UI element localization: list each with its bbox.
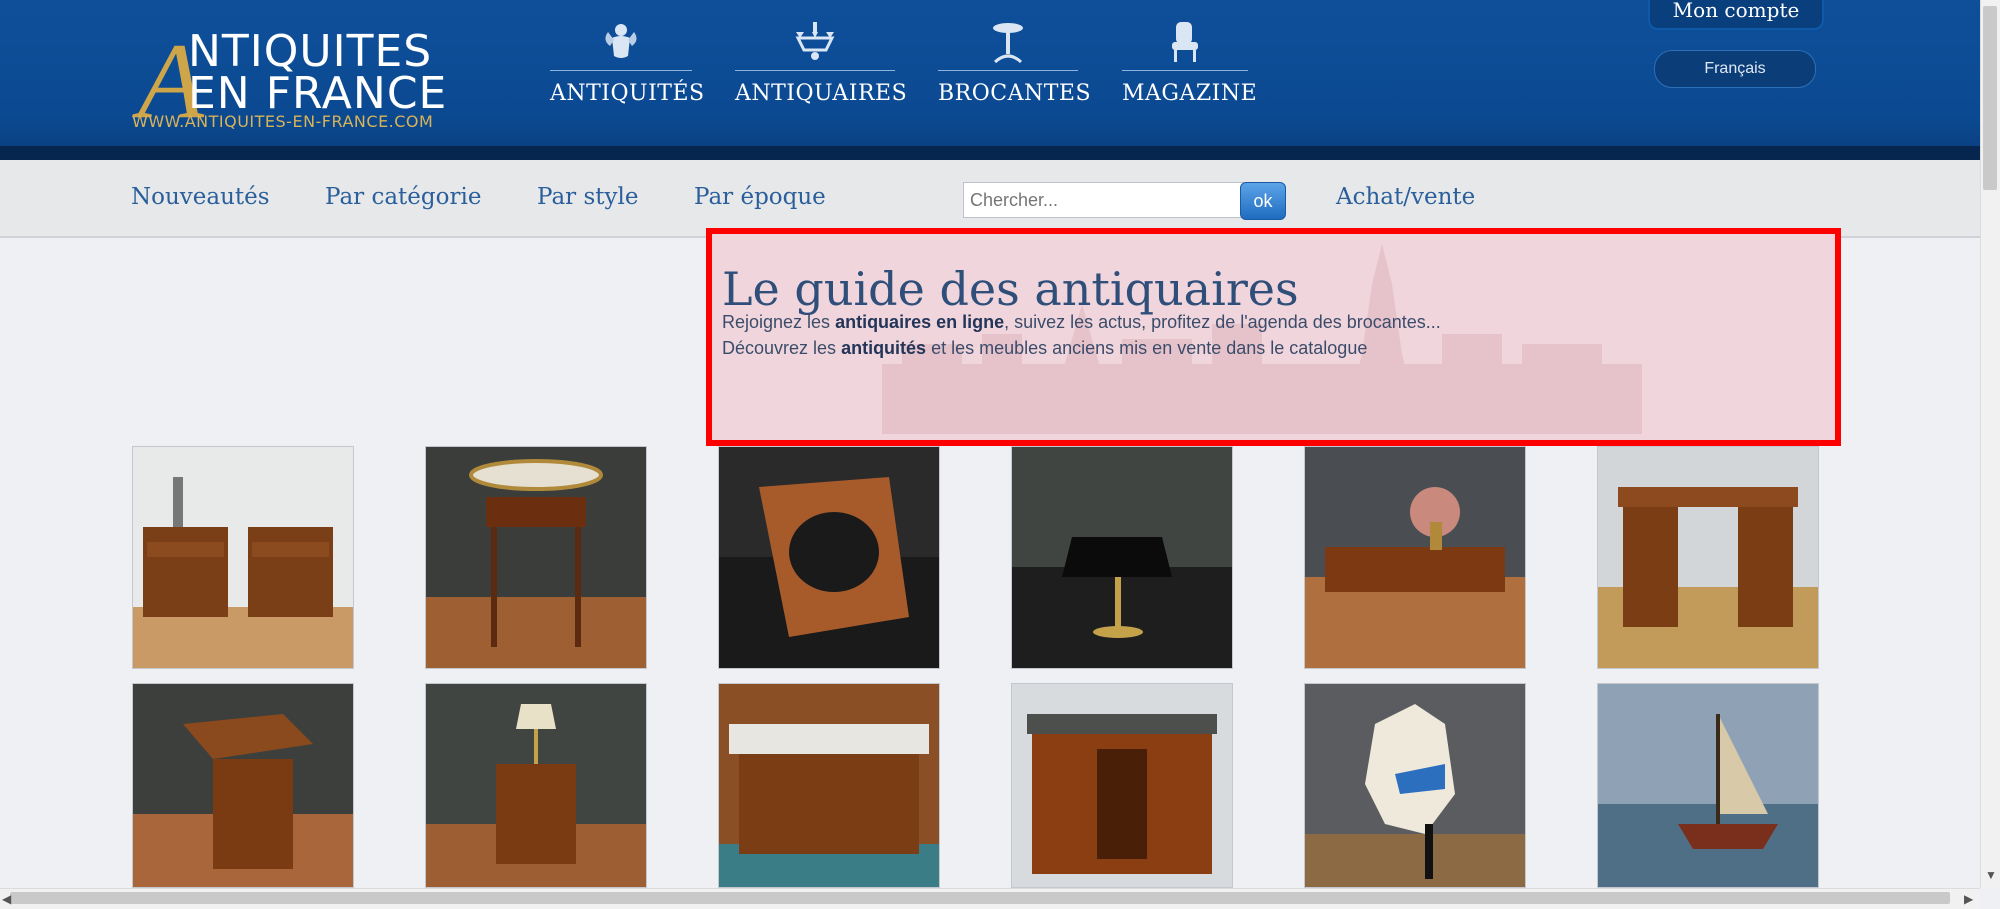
subnav-par-style[interactable]: Par style	[537, 184, 638, 210]
scroll-right-arrow-icon[interactable]: ▶	[1964, 892, 1973, 906]
topnav-antiquites[interactable]: ANTIQUITÉS	[550, 20, 705, 110]
bidet-frame-image	[719, 447, 939, 668]
vertical-scrollbar-thumb[interactable]	[1983, 6, 1997, 190]
bedside-tables-image	[133, 447, 353, 668]
coffee-table-image	[1305, 447, 1525, 668]
hero-text: Découvrez les	[722, 338, 842, 358]
art-deco-cabinet-image	[1012, 684, 1232, 887]
sailboat-painting-image	[1598, 684, 1818, 887]
account-button[interactable]: Mon compte	[1648, 0, 1824, 30]
product-thumbnail[interactable]	[425, 683, 647, 888]
hero-text: Rejoignez les	[722, 312, 836, 332]
search-ok-button[interactable]: ok	[1240, 182, 1286, 220]
cherub-icon	[605, 24, 637, 58]
topnav-label: ANTIQUITÉS	[550, 81, 705, 106]
language-selector[interactable]: Français	[1654, 50, 1816, 88]
subnav-par-epoque[interactable]: Par époque	[694, 184, 826, 210]
hero-line-2: Découvrez les antiquités et les meubles …	[722, 338, 1367, 359]
header-divider	[0, 146, 1980, 160]
topnav-brocantes[interactable]: BROCANTES	[938, 20, 1092, 110]
product-thumbnail[interactable]	[1011, 446, 1233, 669]
topnav-label: BROCANTES	[938, 81, 1092, 106]
carousel-horse-image	[1305, 684, 1525, 887]
topnav-label: MAGAZINE	[1122, 81, 1258, 106]
hero-title: Le guide des antiquaires	[722, 262, 1299, 316]
site-logo[interactable]: A NTIQUITES EN FRANCE WWW.ANTIQUITES-EN-…	[130, 22, 450, 141]
product-thumbnail[interactable]	[1304, 446, 1526, 669]
topnav-label: ANTIQUAIRES	[735, 81, 908, 106]
link-antiquaires-en-ligne[interactable]: antiquaires en ligne	[835, 312, 1004, 332]
mahogany-desk-image	[1598, 447, 1818, 668]
subnav-nouveautes[interactable]: Nouveautés	[131, 184, 270, 210]
product-thumbnail[interactable]	[1011, 683, 1233, 888]
product-thumbnail[interactable]	[132, 683, 354, 888]
chandelier-icon	[795, 22, 835, 60]
hero-banner: Le guide des antiquaires Rejoignez les a…	[706, 228, 1841, 446]
small-chest-image	[426, 684, 646, 887]
hero-line-1: Rejoignez les antiquaires en ligne, suiv…	[722, 312, 1441, 333]
revolving-bookcase-image	[133, 684, 353, 887]
bouillotte-lamp-image	[1012, 447, 1232, 668]
hero-text: , suivez les actus, profitez de l'agenda…	[1004, 312, 1441, 332]
product-thumbnail[interactable]	[718, 446, 940, 669]
hero-text: et les meubles anciens mis en vente dans…	[926, 338, 1368, 358]
topnav-magazine[interactable]: MAGAZINE	[1122, 20, 1258, 110]
subnav-achat-vente[interactable]: Achat/vente	[1336, 184, 1475, 210]
link-antiquites[interactable]: antiquités	[841, 338, 926, 358]
product-thumbnail[interactable]	[1597, 683, 1819, 888]
gueridon-table-icon	[993, 23, 1023, 64]
search-input[interactable]	[963, 182, 1247, 218]
product-thumbnail[interactable]	[718, 683, 940, 888]
scroll-left-arrow-icon[interactable]: ◀	[2, 892, 11, 906]
site-header: A NTIQUITES EN FRANCE WWW.ANTIQUITES-EN-…	[0, 0, 1980, 160]
product-thumbnail[interactable]	[1597, 446, 1819, 669]
product-thumbnail[interactable]	[1304, 683, 1526, 888]
armchair-icon	[1172, 22, 1198, 62]
gueridon-image	[426, 447, 646, 668]
scroll-down-arrow-icon[interactable]: ▼	[1985, 868, 1997, 882]
washstand-image	[719, 684, 939, 887]
topnav-antiquaires[interactable]: ANTIQUAIRES	[735, 20, 908, 110]
product-thumbnail[interactable]	[132, 446, 354, 669]
product-thumbnail[interactable]	[425, 446, 647, 669]
horizontal-scrollbar-thumb[interactable]	[10, 892, 1950, 904]
subnav-par-categorie[interactable]: Par catégorie	[325, 184, 481, 210]
logo-url: WWW.ANTIQUITES-EN-FRANCE.COM	[132, 112, 434, 131]
